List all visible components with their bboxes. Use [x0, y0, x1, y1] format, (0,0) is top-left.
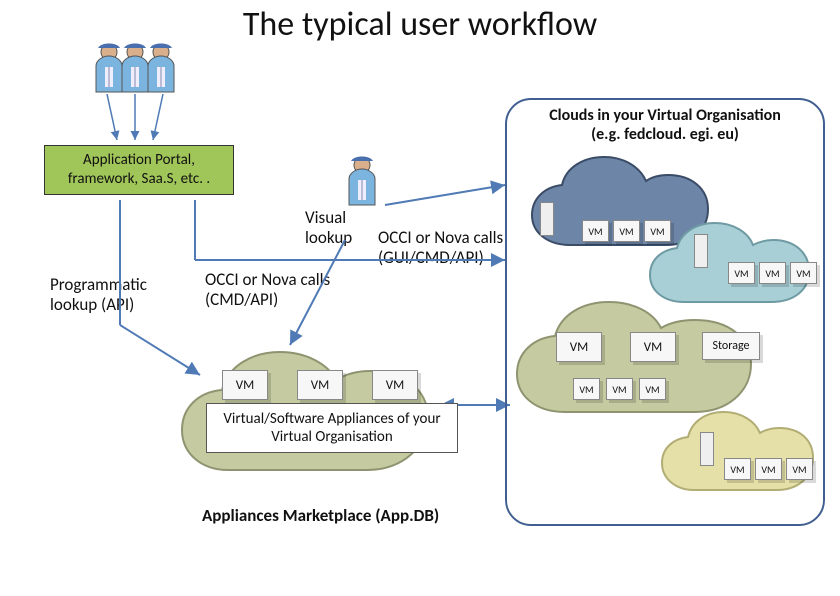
vm-chip: VM — [222, 370, 268, 400]
diagram-stage: The typical user workflow Application Po… — [0, 0, 840, 596]
marketplace-label: Appliances Marketplace (App.DB) — [202, 505, 439, 526]
vm-chip: VM — [372, 370, 418, 400]
vm-chip: VM — [790, 262, 817, 284]
va-caption: Virtual/Software Appliances of your Virt… — [206, 403, 458, 453]
vm-chip: VM — [755, 458, 782, 480]
clouds-box-title: Clouds in your Virtual Organisation (e.g… — [510, 106, 820, 144]
vm-chip: VM — [573, 378, 600, 400]
vm-chip: VM — [786, 458, 813, 480]
clouds-box-line1: Clouds in your Virtual Organisation — [549, 106, 781, 125]
clouds-box-line2: (e.g. fedcloud. egi. eu) — [591, 125, 739, 144]
vm-chip: VM — [630, 332, 676, 362]
vm-chip: VM — [639, 378, 666, 400]
vm-chip: VM — [613, 220, 640, 242]
vm-chip: VM — [606, 378, 633, 400]
cloud-tab — [700, 432, 714, 466]
vm-chip: VM — [297, 370, 343, 400]
vm-chip: VM — [582, 220, 609, 242]
vm-chip: VM — [759, 262, 786, 284]
cloud-tab — [694, 234, 708, 268]
vm-chip: VM — [728, 262, 755, 284]
user-icon — [144, 42, 178, 100]
vm-chip: VM — [556, 332, 602, 362]
cloud-tab — [540, 202, 554, 236]
storage-chip: Storage — [702, 332, 760, 360]
page-title: The typical user workflow — [0, 4, 840, 45]
vm-chip: VM — [724, 458, 751, 480]
